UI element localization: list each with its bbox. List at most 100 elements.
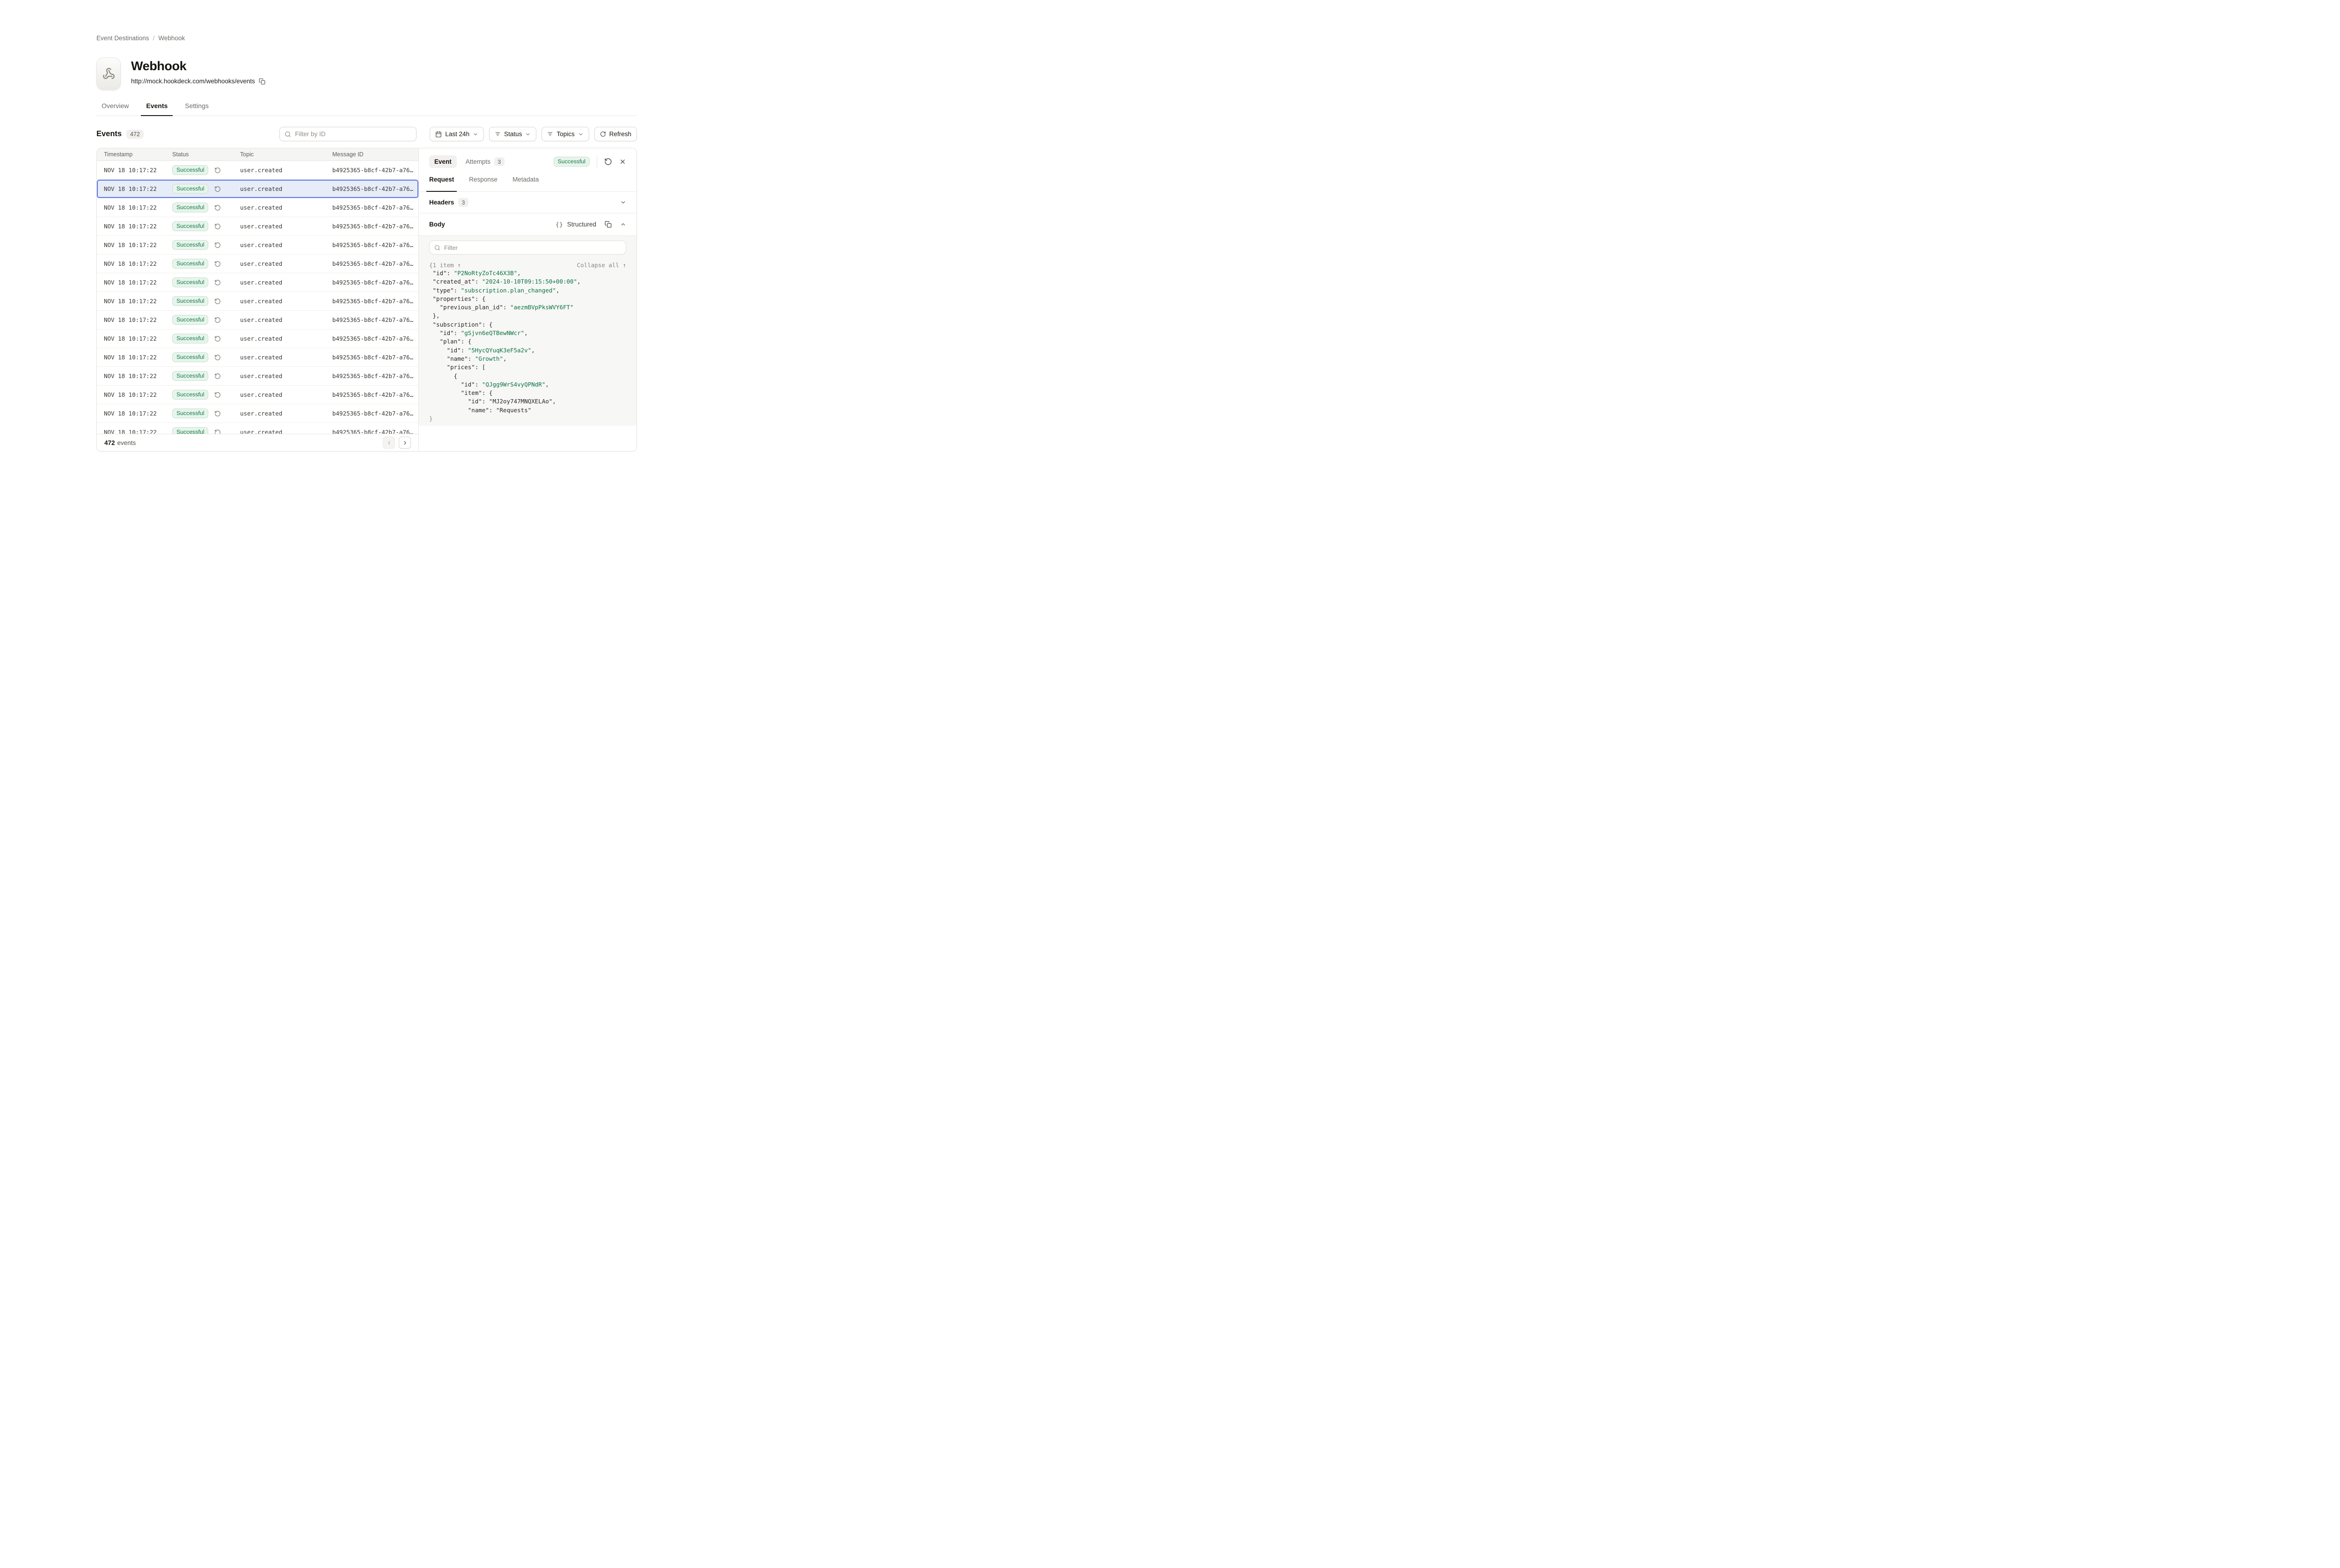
copy-body-icon[interactable]	[605, 221, 612, 228]
row-status-badge: Successful	[172, 334, 208, 344]
row-message-id: b4925365-b8cf-42b7-a76…	[332, 372, 418, 379]
view-tab-attempts[interactable]: Attempts 3	[466, 157, 505, 166]
code-braces-icon: {}	[556, 221, 563, 228]
row-timestamp: NOV 18 10:17:22	[104, 279, 172, 286]
row-timestamp: NOV 18 10:17:22	[104, 354, 172, 361]
breadcrumb-current[interactable]: Webhook	[158, 35, 185, 42]
table-row[interactable]: NOV 18 10:17:22 Successful user.created …	[97, 386, 418, 404]
table-row[interactable]: NOV 18 10:17:22 Successful user.created …	[97, 311, 418, 329]
retry-row-icon[interactable]	[214, 298, 221, 305]
headers-section-row[interactable]: Headers 3	[419, 192, 636, 213]
json-line: "properties": {	[429, 295, 626, 303]
filter-by-id-field[interactable]	[279, 127, 417, 141]
body-mode-label[interactable]: Structured	[567, 221, 596, 228]
table-row[interactable]: NOV 18 10:17:22 Successful user.created …	[97, 198, 418, 217]
row-status-badge: Successful	[172, 277, 208, 288]
close-panel-icon[interactable]	[619, 158, 626, 165]
chevron-down-icon[interactable]	[620, 199, 626, 205]
retry-row-icon[interactable]	[214, 242, 221, 248]
row-status-badge: Successful	[172, 203, 208, 213]
row-message-id: b4925365-b8cf-42b7-a76…	[332, 241, 418, 248]
view-tab-event[interactable]: Event	[429, 155, 457, 168]
attempts-label: Attempts	[466, 158, 490, 165]
json-filter-input[interactable]	[444, 244, 621, 251]
tab-response[interactable]: Response	[464, 175, 502, 191]
tab-request[interactable]: Request	[424, 175, 459, 191]
row-status-badge: Successful	[172, 240, 208, 250]
events-toolbar: Events 472 Last 24h Status	[96, 127, 637, 141]
time-range-button[interactable]: Last 24h	[430, 127, 484, 141]
json-items-label[interactable]: {1 item ↑	[429, 262, 461, 269]
json-line: "prices": [	[429, 363, 626, 372]
table-row[interactable]: NOV 18 10:17:22 Successful user.created …	[97, 348, 418, 367]
refresh-button[interactable]: Refresh	[594, 127, 637, 141]
tab-overview[interactable]: Overview	[96, 102, 134, 116]
table-row[interactable]: NOV 18 10:17:22 Successful user.created …	[97, 404, 418, 423]
table-row[interactable]: NOV 18 10:17:22 Successful user.created …	[97, 255, 418, 273]
row-timestamp: NOV 18 10:17:22	[104, 223, 172, 230]
row-status-badge: Successful	[172, 371, 208, 381]
retry-row-icon[interactable]	[214, 373, 221, 379]
json-viewer[interactable]: "id": "P2NoRtyZoTc46X3B", "created_at": …	[429, 269, 626, 423]
column-status: Status	[172, 151, 240, 158]
tab-metadata[interactable]: Metadata	[508, 175, 543, 191]
json-line: "created_at": "2024-10-10T09:15:50+00:00…	[429, 277, 626, 286]
headers-label: Headers	[429, 199, 454, 206]
retry-row-icon[interactable]	[214, 279, 221, 286]
row-status-badge: Successful	[172, 221, 208, 232]
table-row[interactable]: NOV 18 10:17:22 Successful user.created …	[97, 236, 418, 255]
row-timestamp: NOV 18 10:17:22	[104, 260, 172, 267]
table-row[interactable]: NOV 18 10:17:22 Successful user.created …	[97, 367, 418, 386]
retry-row-icon[interactable]	[214, 223, 221, 230]
retry-row-icon[interactable]	[214, 317, 221, 323]
json-line: "id": "gSjvn6eQTBewNWcr",	[429, 329, 626, 337]
topics-filter-button[interactable]: Topics	[541, 127, 589, 141]
retry-row-icon[interactable]	[214, 392, 221, 398]
table-row[interactable]: NOV 18 10:17:22 Successful user.created …	[97, 292, 418, 311]
table-row[interactable]: NOV 18 10:17:22 Successful user.created …	[97, 273, 418, 292]
row-message-id: b4925365-b8cf-42b7-a76…	[332, 429, 418, 434]
events-count-badge: 472	[126, 130, 144, 139]
table-row[interactable]: NOV 18 10:17:22 Successful user.created …	[97, 180, 418, 198]
refresh-icon	[600, 131, 606, 137]
chevron-right-icon	[402, 440, 408, 446]
next-page-button[interactable]	[399, 437, 411, 449]
json-line: "item": {	[429, 389, 626, 397]
table-row[interactable]: NOV 18 10:17:22 Successful user.created …	[97, 161, 418, 180]
retry-event-icon[interactable]	[604, 158, 612, 166]
retry-row-icon[interactable]	[214, 167, 221, 174]
json-line: "subscription": {	[429, 321, 626, 329]
row-topic: user.created	[240, 372, 332, 379]
row-topic: user.created	[240, 279, 332, 286]
retry-row-icon[interactable]	[214, 186, 221, 192]
json-line: "id": "5HycQYuqK3eF5a2v",	[429, 346, 626, 355]
tab-events[interactable]: Events	[141, 102, 173, 116]
collapse-all-button[interactable]: Collapse all ↑	[577, 262, 626, 269]
row-topic: user.created	[240, 335, 332, 342]
row-status-badge: Successful	[172, 315, 208, 325]
retry-row-icon[interactable]	[214, 261, 221, 267]
retry-row-icon[interactable]	[214, 410, 221, 417]
row-timestamp: NOV 18 10:17:22	[104, 372, 172, 379]
retry-row-icon[interactable]	[214, 335, 221, 342]
prev-page-button[interactable]	[383, 437, 395, 449]
retry-row-icon[interactable]	[214, 354, 221, 361]
row-topic: user.created	[240, 223, 332, 230]
json-filter-field[interactable]	[429, 241, 626, 255]
collapse-body-icon[interactable]	[620, 221, 626, 227]
retry-row-icon[interactable]	[214, 204, 221, 211]
table-row[interactable]: NOV 18 10:17:22 Successful user.created …	[97, 217, 418, 236]
row-status-badge: Successful	[172, 390, 208, 400]
detail-tabs: Request Response Metadata	[419, 175, 636, 192]
tab-settings[interactable]: Settings	[180, 102, 214, 116]
events-card: Timestamp Status Topic Message ID NOV 18…	[96, 148, 637, 452]
copy-url-icon[interactable]	[259, 78, 265, 85]
row-message-id: b4925365-b8cf-42b7-a76…	[332, 316, 418, 323]
breadcrumb-root[interactable]: Event Destinations	[96, 35, 149, 42]
filter-by-id-input[interactable]	[295, 131, 411, 138]
status-filter-button[interactable]: Status	[489, 127, 536, 141]
table-row[interactable]: NOV 18 10:17:22 Successful user.created …	[97, 423, 418, 434]
panel-bottom-spacer	[419, 426, 636, 451]
table-row[interactable]: NOV 18 10:17:22 Successful user.created …	[97, 329, 418, 348]
retry-row-icon[interactable]	[214, 429, 221, 434]
